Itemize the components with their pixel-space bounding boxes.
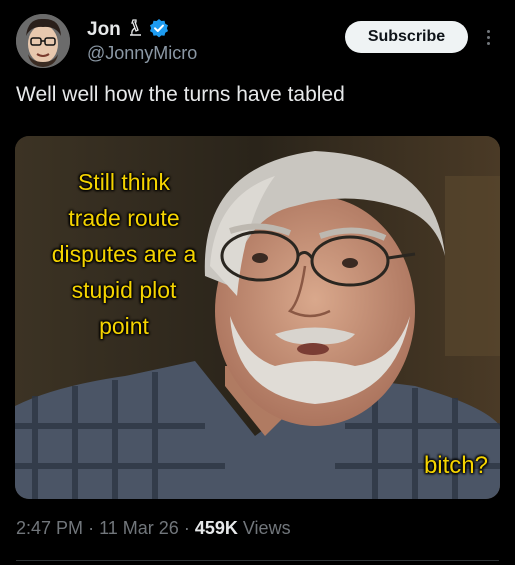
- meme-caption-top: Still think trade route disputes are a s…: [29, 164, 219, 344]
- meta-separator: ·: [183, 518, 190, 538]
- caption-line: point: [99, 313, 149, 339]
- subscribe-button[interactable]: Subscribe: [345, 21, 468, 53]
- tweet-time[interactable]: 2:47 PM: [16, 518, 83, 538]
- caption-line: stupid plot: [71, 277, 177, 303]
- meme-caption-bottom: bitch?: [423, 452, 488, 479]
- caption-line: Still think: [77, 169, 171, 195]
- meta-separator: ·: [88, 518, 95, 538]
- display-name[interactable]: Jon: [87, 19, 121, 41]
- caption-line: disputes are a: [51, 241, 197, 267]
- avatar[interactable]: [16, 14, 70, 68]
- views-label: Views: [242, 518, 291, 538]
- author-name-row[interactable]: Jon: [87, 18, 169, 42]
- tweet-date[interactable]: 11 Mar 26: [99, 518, 179, 538]
- microscope-icon: [127, 18, 143, 43]
- author-handle[interactable]: @JonnyMicro: [87, 43, 197, 64]
- views-count[interactable]: 459K: [195, 518, 238, 538]
- tweet-meta: 2:47 PM · 11 Mar 26 · 459K Views: [16, 518, 291, 539]
- more-vertical-icon: [486, 29, 490, 33]
- more-options-button[interactable]: [478, 24, 498, 50]
- verified-badge-icon[interactable]: [149, 18, 169, 43]
- avatar-image: [16, 14, 70, 68]
- tweet-text: Well well how the turns have tabled: [16, 83, 345, 106]
- caption-line: trade route: [68, 205, 180, 231]
- tweet-media-image[interactable]: Still think trade route disputes are a s…: [15, 136, 500, 499]
- divider: [16, 560, 499, 561]
